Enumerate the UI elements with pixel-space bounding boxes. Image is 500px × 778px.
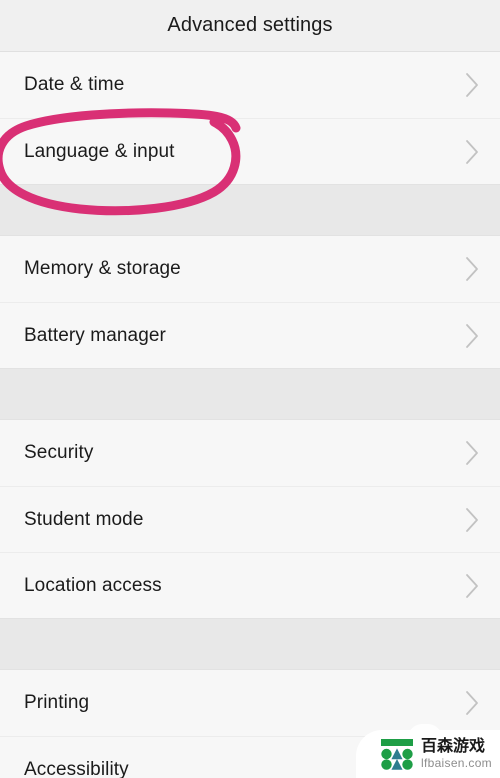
settings-list: Date & time Language & input Memory & st…: [0, 52, 500, 778]
list-item[interactable]: Security: [0, 420, 500, 486]
list-item-label: Security: [24, 442, 94, 463]
watermark-text: 百森游戏 lfbaisen.com: [421, 738, 492, 770]
watermark-url: lfbaisen.com: [421, 756, 492, 770]
section-separator: [0, 618, 500, 670]
chevron-right-icon: [452, 119, 492, 185]
list-item[interactable]: Battery manager: [0, 302, 500, 368]
baisen-logo-icon: [381, 739, 413, 770]
chevron-right-icon: [452, 236, 492, 302]
list-item-label: Memory & storage: [24, 258, 181, 279]
phone-screen: Advanced settings Date & time Language &…: [0, 0, 500, 778]
section-separator: [0, 368, 500, 420]
list-item[interactable]: Language & input: [0, 118, 500, 184]
app-header: Advanced settings: [0, 0, 500, 52]
list-item[interactable]: Student mode: [0, 486, 500, 552]
watermark-content: 百森游戏 lfbaisen.com: [380, 738, 492, 770]
list-item-label: Printing: [24, 692, 90, 713]
watermark-brand: 百森游戏: [421, 738, 486, 755]
page-title: Advanced settings: [167, 14, 333, 36]
list-item-label: Location access: [24, 574, 162, 596]
site-watermark: 百森游戏 lfbaisen.com: [356, 716, 500, 778]
settings-group: Date & time Language & input: [0, 52, 500, 184]
chevron-right-icon: [452, 553, 492, 619]
list-item[interactable]: Date & time: [0, 52, 500, 118]
list-item-label: Date & time: [24, 74, 125, 95]
list-item[interactable]: Location access: [0, 552, 500, 618]
settings-group: Memory & storage Battery manager: [0, 236, 500, 368]
list-item-label: Battery manager: [24, 324, 166, 346]
chevron-right-icon: [452, 52, 492, 118]
section-separator: [0, 184, 500, 236]
chevron-right-icon: [452, 420, 492, 486]
settings-group: Security Student mode Location access: [0, 420, 500, 618]
chevron-right-icon: [452, 303, 492, 369]
chevron-right-icon: [452, 487, 492, 553]
list-item[interactable]: Memory & storage: [0, 236, 500, 302]
list-item-label: Student mode: [24, 508, 144, 530]
list-item-label: Language & input: [24, 140, 175, 162]
